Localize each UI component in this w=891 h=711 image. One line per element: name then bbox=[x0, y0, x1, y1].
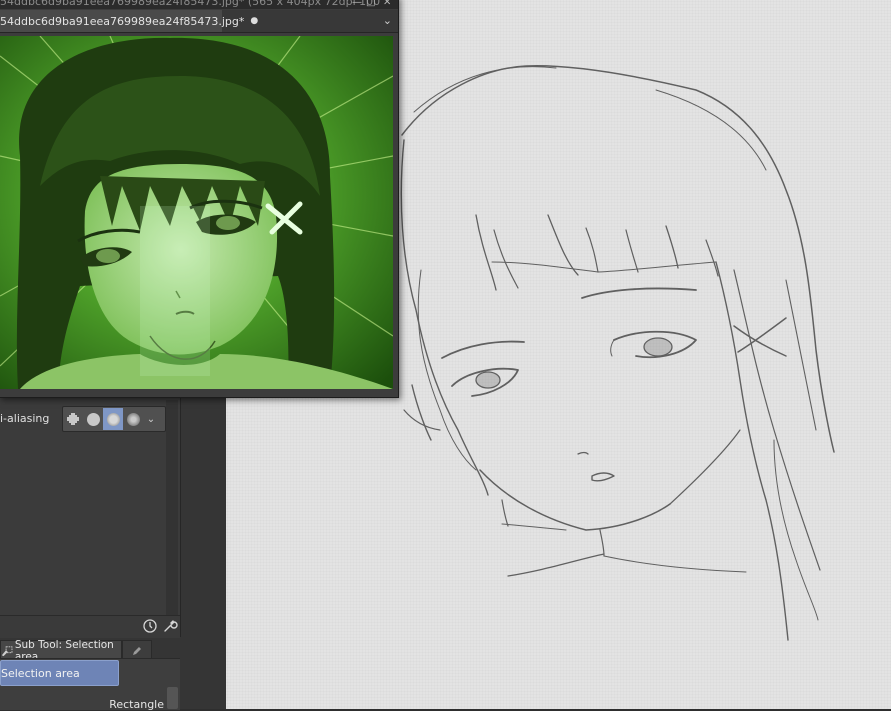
window-title: 54ddbc6d9ba91eea769989ea24f85473.jpg* (5… bbox=[0, 0, 381, 8]
wrench-icon[interactable] bbox=[161, 617, 179, 635]
rectangle-label[interactable]: Rectangle bbox=[0, 698, 164, 711]
reference-image[interactable] bbox=[0, 36, 393, 389]
tab-sub-tool[interactable]: Sub Tool: Selection area bbox=[0, 639, 122, 663]
solid-circle-icon bbox=[86, 412, 100, 426]
antialiasing-medium-option[interactable] bbox=[103, 408, 123, 430]
chevron-down-icon[interactable]: ⌄ bbox=[143, 408, 159, 430]
maximize-icon[interactable]: □ bbox=[366, 0, 375, 8]
property-scrollbar[interactable] bbox=[166, 400, 178, 616]
soft-circle-icon bbox=[106, 412, 120, 426]
window-title-bar[interactable]: 54ddbc6d9ba91eea769989ea24f85473.jpg* (5… bbox=[0, 0, 398, 9]
antialiasing-strong-option[interactable] bbox=[123, 408, 143, 430]
tab-sub-tool-detail[interactable] bbox=[122, 640, 152, 660]
minimize-icon[interactable]: — bbox=[352, 0, 362, 8]
sub-tool-item-label: Selection area bbox=[1, 666, 80, 680]
antialiasing-none-option[interactable] bbox=[63, 408, 83, 430]
modified-dot-icon[interactable]: ● bbox=[250, 16, 258, 26]
antialiasing-weak-option[interactable] bbox=[83, 408, 103, 430]
antialiasing-label: i-aliasing bbox=[0, 412, 50, 425]
antialiasing-selector[interactable]: ⌄ bbox=[62, 406, 166, 432]
image-tab-label: 54ddbc6d9ba91eea769989ea24f85473.jpg* bbox=[0, 14, 245, 28]
image-tab[interactable]: 54ddbc6d9ba91eea769989ea24f85473.jpg* ● bbox=[0, 10, 258, 32]
reset-dial-icon[interactable] bbox=[141, 617, 159, 635]
jagged-circle-icon bbox=[67, 413, 79, 425]
chevron-down-icon[interactable]: ⌄ bbox=[383, 14, 392, 27]
anime-portrait-image bbox=[0, 36, 393, 389]
sub-tool-scrollbar[interactable] bbox=[167, 687, 178, 709]
pencil-icon bbox=[133, 646, 141, 655]
reference-image-window[interactable]: 54ddbc6d9ba91eea769989ea24f85473.jpg* (5… bbox=[0, 0, 399, 398]
sub-tool-item-selection-area[interactable]: Selection area bbox=[0, 660, 119, 686]
tool-property-panel bbox=[0, 397, 181, 637]
softer-circle-icon bbox=[126, 412, 140, 426]
close-icon[interactable]: ✕ bbox=[383, 0, 391, 8]
selection-tool-icon bbox=[1, 645, 13, 656]
image-tab-bar: 54ddbc6d9ba91eea769989ea24f85473.jpg* ● … bbox=[0, 10, 398, 33]
